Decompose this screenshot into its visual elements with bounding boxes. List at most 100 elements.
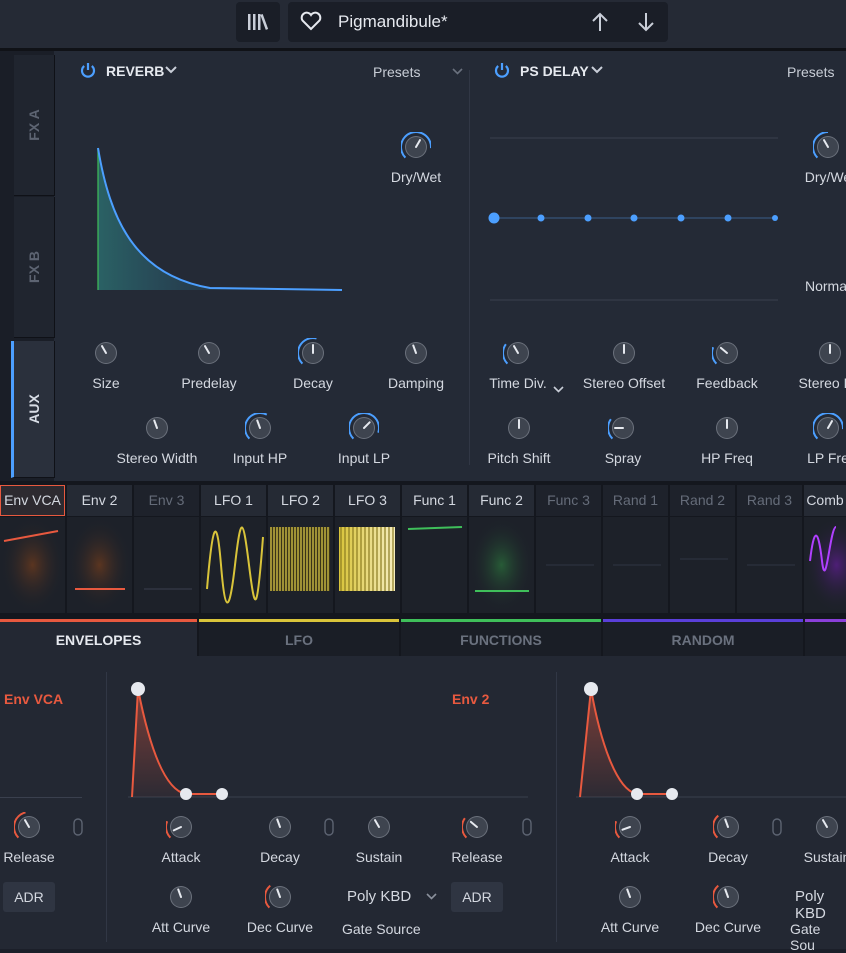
- input-lp-knob[interactable]: [348, 412, 380, 443]
- link-icon[interactable]: [73, 818, 83, 836]
- reverb-title[interactable]: REVERB: [106, 63, 164, 79]
- env-vca-mode-button[interactable]: ADR: [3, 882, 55, 912]
- input-lp-label: Input LP: [337, 450, 391, 466]
- env2-gate-source-dropdown[interactable]: Poly KBD: [347, 888, 411, 905]
- dry-wet-knob[interactable]: [400, 131, 432, 162]
- att-curve-knob[interactable]: [166, 882, 196, 912]
- tab-fx-a[interactable]: FX A: [14, 55, 55, 196]
- link-icon[interactable]: [772, 818, 782, 836]
- tab-fx-a-label: FX A: [26, 109, 42, 141]
- chevron-down-icon[interactable]: [165, 66, 177, 74]
- env3-gate-source-label: Gate Sou: [790, 921, 821, 953]
- attack-knob[interactable]: [165, 812, 196, 842]
- arrow-up-icon[interactable]: [590, 11, 610, 33]
- sustain-knob[interactable]: [812, 812, 842, 842]
- mod-preview-comb[interactable]: [804, 517, 846, 613]
- power-icon[interactable]: [80, 62, 96, 78]
- tab-random[interactable]: RANDOM: [603, 619, 803, 659]
- spray-knob[interactable]: [607, 413, 638, 443]
- decay-knob[interactable]: [712, 812, 743, 842]
- env2-mode-button[interactable]: ADR: [451, 882, 503, 912]
- stereo-de-knob[interactable]: [815, 338, 845, 368]
- release-knob[interactable]: [13, 811, 44, 842]
- link-icon[interactable]: [522, 818, 532, 836]
- att-curve-label: Att Curve: [151, 919, 211, 935]
- release-knob[interactable]: [461, 812, 492, 842]
- chevron-down-icon[interactable]: [452, 68, 463, 75]
- reverb-presets-dropdown[interactable]: Presets: [373, 64, 420, 80]
- time-div-knob[interactable]: [502, 338, 533, 368]
- stereo-offset-knob[interactable]: [609, 338, 639, 368]
- pitch-shift-knob[interactable]: [504, 413, 534, 443]
- mod-preview-env-2[interactable]: [67, 517, 132, 613]
- mod-preview-rand-2[interactable]: [670, 517, 735, 613]
- sustain-label: Sustain: [803, 849, 846, 865]
- size-knob[interactable]: [91, 338, 121, 368]
- mod-tab-func-2[interactable]: Func 2: [469, 485, 534, 516]
- predelay-knob[interactable]: [194, 338, 224, 368]
- feedback-knob[interactable]: [711, 338, 742, 368]
- delay-presets-dropdown[interactable]: Presets: [787, 64, 834, 80]
- preset-selector[interactable]: Pigmandibule*: [288, 2, 668, 42]
- damping-knob[interactable]: [401, 338, 431, 368]
- lp-fre-knob[interactable]: [812, 412, 844, 443]
- mod-tab-comb[interactable]: Comb: [804, 485, 846, 516]
- mod-preview-env-vca[interactable]: [0, 517, 65, 613]
- sustain-knob[interactable]: [364, 812, 394, 842]
- mod-tab-func-1[interactable]: Func 1: [402, 485, 467, 516]
- mod-tab-rand-3[interactable]: Rand 3: [737, 485, 802, 516]
- mod-tab-lfo-2[interactable]: LFO 2: [268, 485, 333, 516]
- mod-preview-rand-1[interactable]: [603, 517, 668, 613]
- heart-icon[interactable]: [300, 11, 322, 31]
- chevron-down-icon[interactable]: [553, 380, 564, 398]
- tab-functions[interactable]: FUNCTIONS: [401, 619, 601, 659]
- env-divider: [106, 672, 107, 942]
- mod-tab-lfo-1[interactable]: LFO 1: [201, 485, 266, 516]
- tab-fx-b[interactable]: FX B: [14, 197, 55, 338]
- delay-mode-selector[interactable]: Norma: [805, 278, 846, 294]
- mod-tab-func-3[interactable]: Func 3: [536, 485, 601, 516]
- chevron-down-icon[interactable]: [426, 893, 437, 900]
- tab-fx-b-label: FX B: [26, 251, 42, 283]
- env3-gate-source-dropdown[interactable]: Poly KBD: [795, 888, 846, 922]
- tab-envelopes[interactable]: ENVELOPES: [0, 619, 197, 659]
- decay-knob[interactable]: [265, 812, 295, 842]
- dec-curve-knob[interactable]: [712, 882, 743, 912]
- mod-preview-lfo-3[interactable]: [335, 517, 400, 613]
- hp-freq-knob[interactable]: [712, 413, 742, 443]
- power-icon[interactable]: [494, 62, 510, 78]
- attack-knob[interactable]: [614, 812, 645, 842]
- mod-preview-lfo-1[interactable]: [201, 517, 266, 613]
- mod-preview-func-3[interactable]: [536, 517, 601, 613]
- damping-label: Damping: [387, 375, 445, 391]
- tab-lfo[interactable]: LFO: [199, 619, 399, 659]
- mod-tab-lfo-3[interactable]: LFO 3: [335, 485, 400, 516]
- mod-tab-env-vca[interactable]: Env VCA: [0, 485, 65, 516]
- attack-label: Attack: [610, 849, 650, 865]
- arrow-down-icon[interactable]: [636, 11, 656, 33]
- att-curve-knob[interactable]: [615, 882, 645, 912]
- mod-preview-func-2[interactable]: [469, 517, 534, 613]
- mod-preview-env-3[interactable]: [134, 517, 199, 613]
- input-hp-knob[interactable]: [244, 412, 275, 443]
- mod-tab-env-2[interactable]: Env 2: [67, 485, 132, 516]
- tab-envelopes-label: ENVELOPES: [55, 632, 142, 648]
- lp-fre-label: LP Fre: [807, 450, 846, 466]
- mod-tab-rand-2[interactable]: Rand 2: [670, 485, 735, 516]
- decay-knob[interactable]: [297, 337, 328, 368]
- link-icon[interactable]: [324, 818, 334, 836]
- dry-we-knob[interactable]: [812, 131, 843, 162]
- mod-preview-rand-3[interactable]: [737, 517, 802, 613]
- mod-tab-rand-1[interactable]: Rand 1: [603, 485, 668, 516]
- library-button[interactable]: [236, 2, 280, 42]
- sustain-label: Sustain: [355, 849, 403, 865]
- tab-aux[interactable]: AUX: [11, 341, 55, 478]
- chevron-down-icon[interactable]: [591, 66, 603, 74]
- mod-preview-func-1[interactable]: [402, 517, 467, 613]
- tab-combinate[interactable]: [805, 619, 846, 659]
- mod-tab-env-3[interactable]: Env 3: [134, 485, 199, 516]
- dec-curve-knob[interactable]: [264, 882, 295, 912]
- mod-preview-lfo-2[interactable]: [268, 517, 333, 613]
- delay-title[interactable]: PS DELAY: [520, 63, 589, 79]
- stereo-width-knob[interactable]: [142, 413, 172, 443]
